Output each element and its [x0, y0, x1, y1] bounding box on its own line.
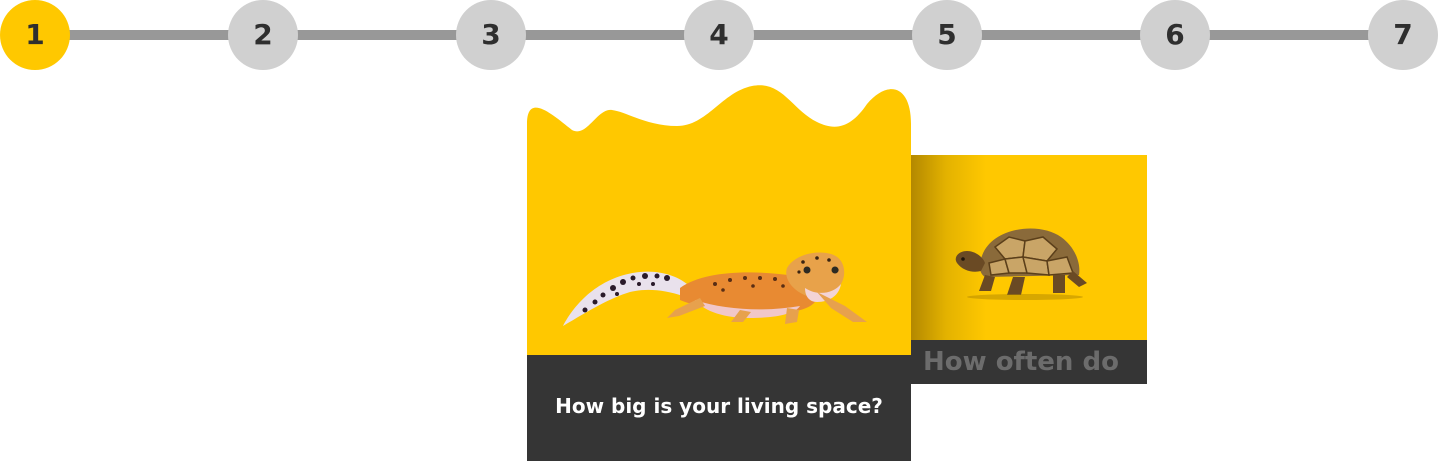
next-question-label: How often do [923, 347, 1119, 377]
question-card-next[interactable]: How often do [911, 155, 1147, 384]
step-2[interactable]: 2 [228, 0, 298, 70]
step-5[interactable]: 5 [912, 0, 982, 70]
progress-stepper: 1 2 3 4 5 6 7 [0, 0, 1439, 70]
step-1[interactable]: 1 [0, 0, 70, 70]
step-3[interactable]: 3 [456, 0, 526, 70]
step-4[interactable]: 4 [684, 0, 754, 70]
question-label: How big is your living space? [555, 394, 883, 418]
step-7[interactable]: 7 [1368, 0, 1438, 70]
question-card-current[interactable]: How big is your living space? [527, 84, 911, 461]
card-caption-panel: How big is your living space? [527, 355, 911, 461]
step-6[interactable]: 6 [1140, 0, 1210, 70]
tortoise-icon [955, 228, 1087, 300]
gecko-icon [563, 252, 867, 326]
card-next-caption-panel: How often do [911, 340, 1147, 384]
